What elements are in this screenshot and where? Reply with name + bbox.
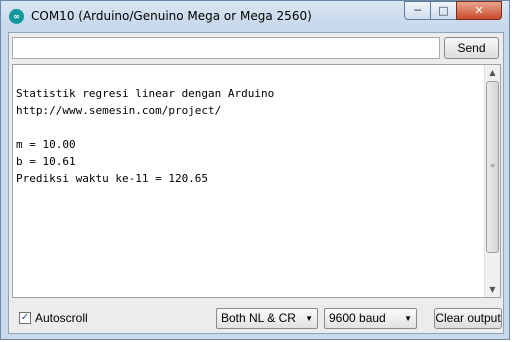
scroll-down-icon[interactable]: ▼ [485,282,500,297]
output-line: Statistik regresi linear dengan Arduino [16,87,275,100]
line-ending-value: Both NL & CR [221,311,296,325]
output-text: Statistik regresi linear dengan Arduino h… [16,68,486,221]
grip-icon: ≡ [490,162,496,169]
scroll-up-icon[interactable]: ▲ [485,65,500,80]
client-area: Send Statistik regresi linear dengan Ard… [8,32,504,334]
bottom-bar: ✓ Autoscroll Both NL & CR ▼ 9600 baud ▼ … [9,303,503,333]
vertical-scrollbar[interactable]: ▲ ≡ ▼ [484,65,500,297]
clear-output-button[interactable]: Clear output [434,308,502,329]
arduino-icon: ∞ [9,9,24,24]
autoscroll-checkbox[interactable]: ✓ [19,312,31,324]
output-line: b = 10.61 [16,155,76,168]
maximize-button[interactable]: □ [430,1,457,20]
baud-rate-value: 9600 baud [329,311,386,325]
scroll-thumb[interactable]: ≡ [486,81,499,253]
output-line: Prediksi waktu ke-11 = 120.65 [16,172,209,185]
chevron-down-icon: ▼ [404,314,412,323]
send-input[interactable] [12,37,440,59]
line-ending-select[interactable]: Both NL & CR ▼ [216,308,318,329]
autoscroll-label[interactable]: Autoscroll [35,311,88,325]
output-line: m = 10.00 [16,138,76,151]
send-button[interactable]: Send [444,37,499,59]
baud-rate-select[interactable]: 9600 baud ▼ [324,308,417,329]
serial-output[interactable]: Statistik regresi linear dengan Arduino h… [12,64,501,298]
window-title: COM10 (Arduino/Genuino Mega or Mega 2560… [31,9,312,23]
close-button[interactable]: ✕ [456,1,502,20]
chevron-down-icon: ▼ [305,314,313,323]
output-line: http://www.semesin.com/project/ [16,104,222,117]
minimize-button[interactable]: ─ [404,1,431,20]
serial-monitor-window: ∞ COM10 (Arduino/Genuino Mega or Mega 25… [0,0,510,340]
title-bar[interactable]: ∞ COM10 (Arduino/Genuino Mega or Mega 25… [1,1,509,31]
